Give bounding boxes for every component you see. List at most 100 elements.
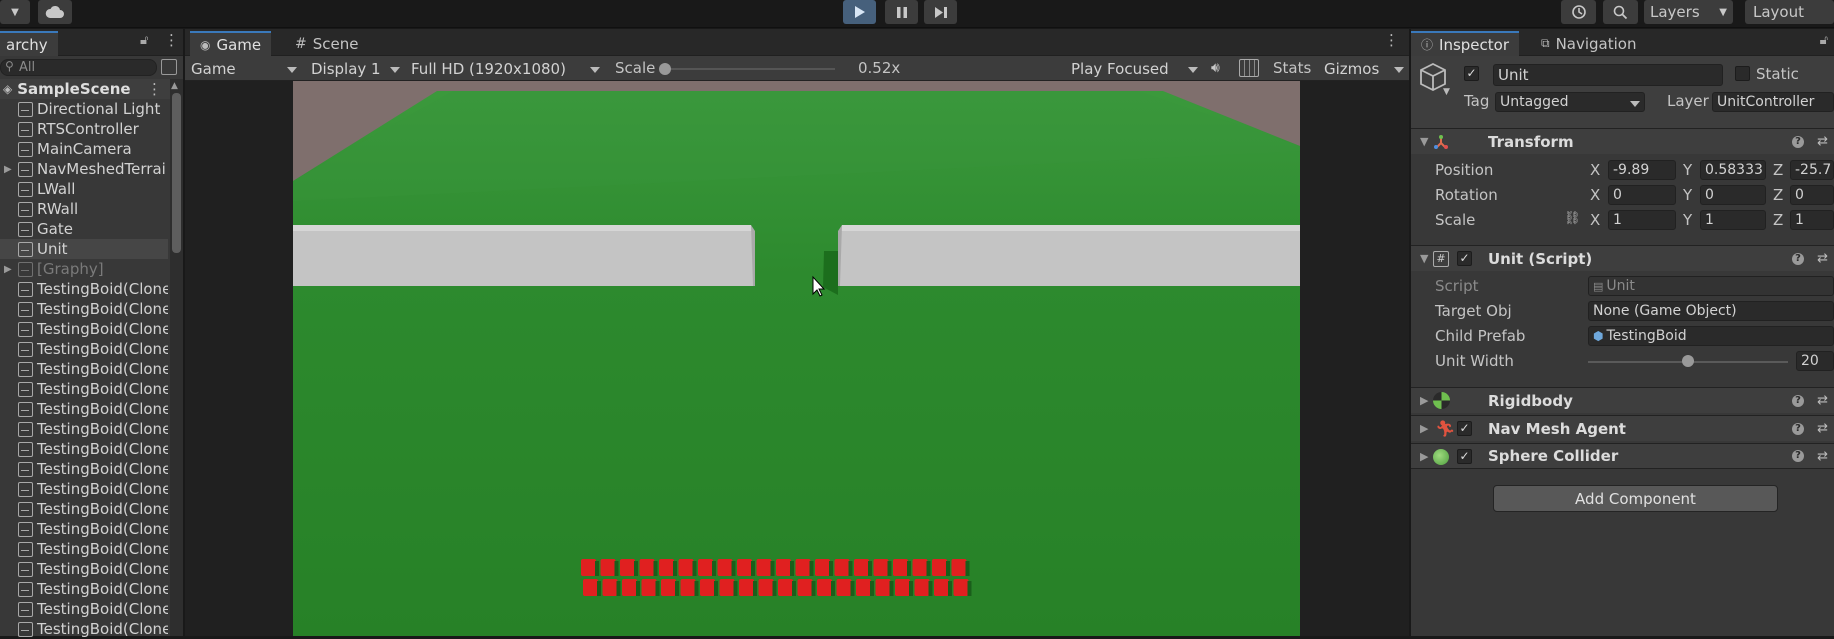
constrain-proportions-icon[interactable]: ⛓︎ [1564, 211, 1581, 226]
hierarchy-item[interactable]: TestingBoid(Clone [0, 499, 168, 519]
position-z-field[interactable]: -25.7 [1790, 160, 1834, 180]
scroll-up-icon[interactable]: ▲ [171, 81, 178, 91]
transform-header[interactable]: ▼ Transform ? ⇄ [1411, 128, 1834, 154]
position-x-field[interactable]: -9.89 [1608, 160, 1676, 180]
settings-sliders-icon[interactable]: ⇄ [1817, 421, 1828, 436]
help-icon[interactable]: ? [1792, 135, 1804, 148]
expand-arrow-icon[interactable]: ▶ [0, 164, 18, 175]
hierarchy-item[interactable]: MainCamera [0, 139, 168, 159]
add-component-button[interactable]: Add Component [1493, 485, 1778, 512]
position-y-field[interactable]: 0.58333 [1700, 160, 1766, 180]
hierarchy-item[interactable]: Directional Light [0, 99, 168, 119]
hierarchy-item[interactable]: ▶ [Graphy] [0, 259, 168, 279]
hierarchy-item[interactable]: TestingBoid(Clone [0, 279, 168, 299]
hierarchy-item[interactable]: RTSController [0, 119, 168, 139]
account-dropdown[interactable]: ▼ [0, 0, 30, 24]
tag-dropdown[interactable]: Untagged [1495, 92, 1645, 112]
active-checkbox[interactable]: ✓ [1464, 66, 1479, 81]
rotation-y-field[interactable]: 0 [1700, 185, 1766, 205]
scene-row[interactable]: ◈ SampleScene ⋮ [0, 79, 170, 99]
hierarchy-item[interactable]: Unit [0, 239, 168, 259]
scale-slider-track[interactable] [665, 68, 835, 70]
resolution-dropdown[interactable]: Full HD (1920x1080) [411, 59, 604, 79]
scale-x-field[interactable]: 1 [1608, 210, 1676, 230]
gizmos-dropdown[interactable]: Gizmos [1324, 59, 1408, 79]
unit-width-field[interactable]: 20 [1796, 351, 1834, 371]
hierarchy-item[interactable]: TestingBoid(Clone [0, 619, 168, 639]
expand-arrow-icon[interactable]: ▶ [0, 264, 18, 275]
hierarchy-item[interactable]: TestingBoid(Clone [0, 539, 168, 559]
game-mode-dropdown[interactable]: Game [191, 59, 301, 79]
scale-y-field[interactable]: 1 [1700, 210, 1766, 230]
hierarchy-item[interactable]: TestingBoid(Clone [0, 419, 168, 439]
search-filter-icon[interactable] [161, 59, 177, 75]
settings-sliders-icon[interactable]: ⇄ [1817, 134, 1828, 149]
scale-z-field[interactable]: 1 [1790, 210, 1834, 230]
child-prefab-field[interactable]: ⬢ TestingBoid [1588, 326, 1834, 346]
hierarchy-item[interactable]: TestingBoid(Clone [0, 599, 168, 619]
tab-hierarchy[interactable]: archy [0, 31, 58, 56]
rigidbody-header[interactable]: ▶ Rigidbody ? ⇄ [1411, 387, 1834, 413]
scrollbar-thumb[interactable] [172, 93, 181, 253]
static-checkbox[interactable] [1735, 66, 1750, 81]
game-viewport[interactable] [293, 81, 1300, 636]
settings-sliders-icon[interactable]: ⇄ [1817, 393, 1828, 408]
search-input[interactable]: ⚲ All [0, 59, 157, 76]
tab-scene[interactable]: # Scene [285, 31, 368, 56]
search-button[interactable] [1603, 0, 1638, 24]
sphere-collider-header[interactable]: ▶ ✓ Sphere Collider ? ⇄ [1411, 443, 1834, 469]
settings-sliders-icon[interactable]: ⇄ [1817, 449, 1828, 464]
step-button[interactable] [924, 0, 957, 24]
rotation-x-field[interactable]: 0 [1608, 185, 1676, 205]
undo-history-button[interactable] [1561, 0, 1596, 24]
layers-dropdown[interactable]: Layers ▼ [1644, 0, 1733, 24]
play-button[interactable] [843, 0, 876, 24]
layer-dropdown[interactable]: UnitController [1712, 92, 1834, 112]
help-icon[interactable]: ? [1792, 252, 1804, 265]
help-icon[interactable]: ? [1792, 422, 1804, 435]
mute-audio-icon[interactable]: 🔊︎ [1211, 60, 1220, 76]
hierarchy-item[interactable]: TestingBoid(Clone [0, 339, 168, 359]
layout-dropdown[interactable]: Layout [1745, 0, 1834, 24]
hierarchy-item[interactable]: TestingBoid(Clone [0, 439, 168, 459]
pause-button[interactable] [885, 0, 918, 24]
hierarchy-item[interactable]: ▶ NavMeshedTerrai [0, 159, 168, 179]
scale-slider-thumb[interactable] [659, 63, 671, 75]
keyboard-shortcuts-icon[interactable] [1239, 59, 1259, 77]
lock-icon[interactable]: 🔓︎ [140, 33, 148, 48]
hierarchy-item[interactable]: LWall [0, 179, 168, 199]
component-enabled-checkbox[interactable]: ✓ [1457, 251, 1472, 266]
kebab-menu-icon[interactable]: ⋮ [1384, 31, 1399, 49]
stats-button[interactable]: Stats [1273, 59, 1311, 77]
hierarchy-item[interactable]: TestingBoid(Clone [0, 479, 168, 499]
hierarchy-item[interactable]: TestingBoid(Clone [0, 459, 168, 479]
hierarchy-item[interactable]: TestingBoid(Clone [0, 299, 168, 319]
nav-mesh-agent-header[interactable]: ▶ 🏃︎ ✓ Nav Mesh Agent ? ⇄ [1411, 415, 1834, 441]
tab-navigation[interactable]: ⧉ Navigation [1531, 31, 1646, 56]
hierarchy-item[interactable]: TestingBoid(Clone [0, 559, 168, 579]
target-obj-field[interactable]: None (Game Object) [1588, 301, 1834, 321]
rotation-z-field[interactable]: 0 [1790, 185, 1834, 205]
hierarchy-item[interactable]: TestingBoid(Clone [0, 399, 168, 419]
lock-icon[interactable]: 🔓︎ [1820, 33, 1828, 48]
hierarchy-item[interactable]: TestingBoid(Clone [0, 519, 168, 539]
unit-script-header[interactable]: ▼ # ✓ Unit (Script) ? ⇄ [1411, 245, 1834, 271]
unit-width-slider-thumb[interactable] [1682, 355, 1694, 367]
hierarchy-item[interactable]: TestingBoid(Clone [0, 379, 168, 399]
tab-inspector[interactable]: ⓘ Inspector [1411, 31, 1519, 56]
hierarchy-scrollbar[interactable]: ▲ [170, 79, 183, 636]
hierarchy-item[interactable]: RWall [0, 199, 168, 219]
hierarchy-item[interactable]: Gate [0, 219, 168, 239]
hierarchy-item[interactable]: TestingBoid(Clone [0, 579, 168, 599]
help-icon[interactable]: ? [1792, 394, 1804, 407]
object-name-field[interactable]: Unit [1493, 64, 1723, 86]
settings-sliders-icon[interactable]: ⇄ [1817, 251, 1828, 266]
component-enabled-checkbox[interactable]: ✓ [1457, 421, 1472, 436]
play-mode-dropdown[interactable]: Play Focused [1071, 59, 1202, 79]
hierarchy-item[interactable]: TestingBoid(Clone [0, 319, 168, 339]
component-enabled-checkbox[interactable]: ✓ [1457, 449, 1472, 464]
cloud-button[interactable] [38, 0, 72, 24]
kebab-menu-icon[interactable]: ⋮ [164, 31, 179, 49]
display-dropdown[interactable]: Display 1 [311, 59, 404, 79]
hierarchy-item[interactable]: TestingBoid(Clone [0, 359, 168, 379]
